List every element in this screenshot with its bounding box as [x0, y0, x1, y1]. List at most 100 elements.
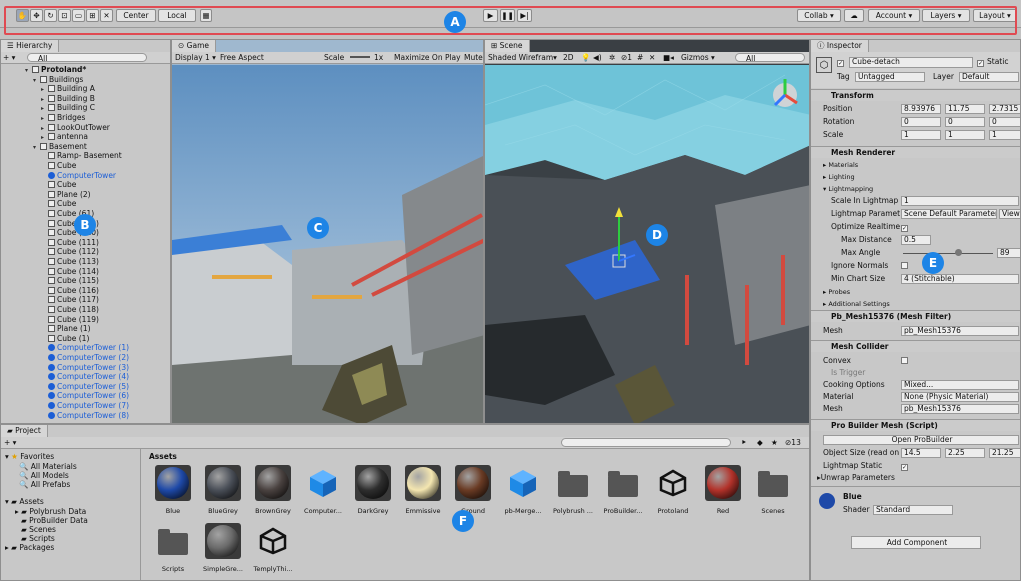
2d-toggle[interactable]: 2D — [563, 53, 574, 62]
hierarchy-item[interactable]: ComputerTower (8) — [41, 411, 129, 420]
hierarchy-item[interactable]: ▸ LookOutTower — [41, 123, 110, 132]
hierarchy-item[interactable]: Cube (118) — [41, 305, 99, 314]
hierarchy-item[interactable]: Cube — [41, 180, 76, 189]
mesh-filter-header[interactable]: Pb_Mesh15376 (Mesh Filter) — [811, 310, 1020, 322]
scale-in-lightmap-field[interactable]: 1 — [901, 196, 1019, 206]
rotate-tool-icon[interactable]: ↻ — [44, 9, 57, 22]
hierarchy-item[interactable]: ComputerTower (2) — [41, 353, 129, 362]
optimize-realtime-checkbox[interactable]: ✓ — [901, 222, 911, 232]
favorite-all-prefabs[interactable]: 🔍 All Prefabs — [19, 480, 70, 489]
asset-item[interactable]: Emmissive — [401, 465, 445, 515]
layout-dropdown[interactable]: Layout ▾ — [973, 9, 1017, 22]
scene-viewport[interactable] — [485, 65, 810, 424]
asset-item[interactable]: Protoland — [651, 465, 695, 515]
filter-label-icon[interactable]: ◆ — [757, 438, 763, 447]
tag-dropdown[interactable]: Untagged — [855, 72, 925, 82]
asset-item[interactable]: Ground — [451, 465, 495, 515]
project-create-button[interactable]: + ▾ — [4, 438, 16, 447]
asset-item[interactable]: SimpleGre... — [201, 523, 245, 573]
lightmap-params-dropdown[interactable]: Scene Default Parameter ▾ — [901, 209, 997, 219]
hand-tool-icon[interactable]: ✋ — [16, 9, 29, 22]
hierarchy-item[interactable]: ComputerTower (5) — [41, 382, 129, 391]
position-x[interactable]: 8.93976 — [901, 104, 941, 114]
tab-game[interactable]: ⊙ Game — [172, 40, 216, 52]
hierarchy-item[interactable]: Cube — [41, 161, 76, 170]
tab-project[interactable]: ▰ Project — [1, 425, 48, 437]
asset-item[interactable]: Blue — [151, 465, 195, 515]
lighting-foldout[interactable]: ▸ Lighting — [823, 172, 855, 182]
materials-foldout[interactable]: ▸ Materials — [823, 160, 858, 170]
effects-toggle-icon[interactable]: ✲ — [609, 53, 615, 62]
hierarchy-item[interactable]: Cube (115) — [41, 276, 99, 285]
asset-item[interactable]: Polybrush ... — [551, 465, 595, 515]
tab-scene[interactable]: ⊞ Scene — [485, 40, 530, 52]
asset-item[interactable]: pb-Merge... — [501, 465, 545, 515]
hierarchy-scene-root[interactable]: ▾ Protoland* — [25, 65, 86, 74]
transform-header[interactable]: Transform — [811, 89, 1020, 101]
collab-button[interactable]: Collab ▾ — [797, 9, 841, 22]
open-probuilder-button[interactable]: Open ProBuilder — [823, 435, 1019, 445]
gizmos-dropdown[interactable]: Gizmos ▾ — [681, 53, 715, 62]
favorite-icon[interactable]: ★ — [771, 438, 778, 447]
rotation-x[interactable]: 0 — [901, 117, 941, 127]
folder-polybrush-data[interactable]: ▸ ▰ Polybrush Data — [15, 507, 86, 516]
add-component-button[interactable]: Add Component — [851, 536, 981, 549]
hierarchy-item[interactable]: Cube (119) — [41, 315, 99, 324]
scale-tool-icon[interactable]: ⊡ — [58, 9, 71, 22]
max-angle-field[interactable]: 89 — [997, 248, 1020, 258]
camera-icon[interactable]: ■◂ — [663, 53, 674, 62]
move-tool-icon[interactable]: ✥ — [30, 9, 43, 22]
hierarchy-search-input[interactable]: All — [27, 53, 147, 63]
scale-y[interactable]: 1 — [945, 130, 985, 140]
scene-search-input[interactable]: All — [735, 53, 805, 63]
hierarchy-item[interactable]: ▾ Buildings — [33, 75, 83, 84]
hierarchy-item[interactable]: ▸ Building A — [41, 84, 95, 93]
pivot-local-button[interactable]: Local — [158, 9, 196, 22]
ignore-normals-checkbox[interactable] — [901, 261, 911, 270]
layer-dropdown[interactable]: Default — [959, 72, 1019, 82]
cooking-options-dropdown[interactable]: Mixed... — [901, 380, 1019, 390]
max-distance-field[interactable]: 0.5 — [901, 235, 931, 245]
hierarchy-item[interactable]: Plane (2) — [41, 190, 91, 199]
account-dropdown[interactable]: Account ▾ — [868, 9, 920, 22]
min-chart-size-dropdown[interactable]: 4 (Stitchable) — [901, 274, 1019, 284]
physic-material-field[interactable]: None (Physic Material) — [901, 392, 1019, 402]
hierarchy-item[interactable]: Cube (113) — [41, 257, 99, 266]
mesh-renderer-header[interactable]: Mesh Renderer — [811, 146, 1020, 158]
play-button[interactable]: ▶ — [483, 9, 498, 22]
probes-foldout[interactable]: ▸ Probes — [823, 287, 850, 297]
hierarchy-item[interactable]: Cube (111) — [41, 238, 99, 247]
grid-toggle-icon[interactable]: # — [637, 53, 643, 62]
transform-tool-icon[interactable]: ⊞ — [86, 9, 99, 22]
pivot-center-button[interactable]: Center — [116, 9, 156, 22]
max-angle-slider-handle[interactable] — [955, 249, 962, 256]
hierarchy-item[interactable]: ComputerTower (6) — [41, 391, 129, 400]
favorites-foldout[interactable]: ▾ ★ Favorites — [5, 452, 54, 461]
expand-arrow-icon[interactable]: ▾ — [33, 76, 40, 85]
cloud-icon[interactable]: ☁ — [844, 9, 864, 22]
packages-folder[interactable]: ▸ ▰ Packages — [5, 543, 54, 552]
game-viewport[interactable] — [172, 65, 484, 424]
position-z[interactable]: 2.7315 — [989, 104, 1020, 114]
asset-item[interactable]: Red — [701, 465, 745, 515]
expand-arrow-icon[interactable]: ▾ — [33, 143, 40, 152]
shading-mode-dropdown[interactable]: Shaded Wirefram▾ — [488, 53, 557, 62]
active-checkbox[interactable]: ✓ — [837, 57, 847, 67]
hierarchy-item[interactable]: ComputerTower — [41, 171, 116, 180]
shader-dropdown[interactable]: Standard — [873, 505, 953, 515]
folder-probuilder-data[interactable]: ▰ ProBuilder Data — [21, 516, 88, 525]
aspect-dropdown[interactable]: Free Aspect — [220, 53, 264, 62]
hierarchy-item[interactable]: ▸ antenna — [41, 132, 88, 141]
hierarchy-item[interactable]: Cube (1) — [41, 334, 89, 343]
view-button[interactable]: View — [999, 209, 1020, 219]
grid-snap-icon[interactable]: ▦ — [200, 9, 212, 22]
display-dropdown[interactable]: Display 1 ▾ — [175, 53, 216, 62]
layers-dropdown[interactable]: Layers ▾ — [922, 9, 970, 22]
asset-item[interactable]: Scenes — [751, 465, 795, 515]
lightmap-static-checkbox[interactable]: ✓ — [901, 461, 911, 471]
hierarchy-item[interactable]: Cube — [41, 199, 76, 208]
position-y[interactable]: 11.75 — [945, 104, 985, 114]
rect-tool-icon[interactable]: ▭ — [72, 9, 85, 22]
max-angle-slider[interactable] — [903, 253, 993, 254]
asset-item[interactable]: DarkGrey — [351, 465, 395, 515]
